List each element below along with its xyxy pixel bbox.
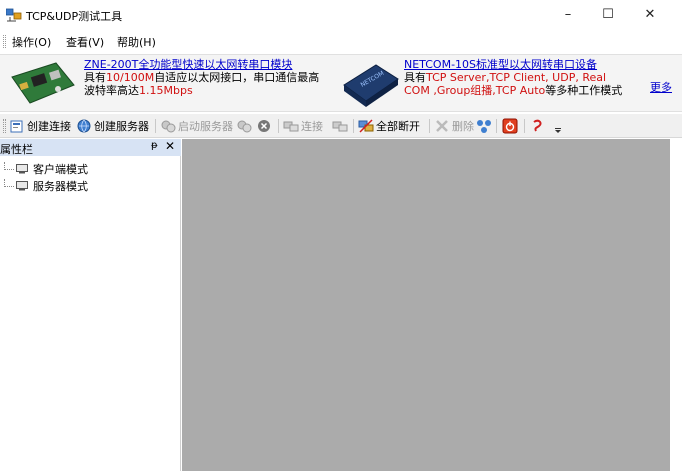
- window-title: TCP&UDP测试工具: [26, 10, 123, 23]
- ad2-line2: 具有TCP Server,TCP Client, UDP, Real: [404, 71, 606, 84]
- pane-title: 属性栏: [0, 143, 33, 156]
- pane-close-icon[interactable]: ✕: [165, 139, 175, 153]
- stop-server-icon[interactable]: [236, 117, 252, 135]
- connect-label: 连接: [301, 120, 323, 133]
- menu-help[interactable]: 帮助(H): [117, 34, 156, 50]
- tree-item-label: 客户端模式: [33, 163, 88, 176]
- toolbar-separator: [429, 119, 430, 133]
- delete-label: 删除: [452, 120, 474, 133]
- disconnect-icon[interactable]: [332, 117, 348, 135]
- create-connection-button[interactable]: 创建连接: [9, 117, 71, 135]
- toolbar: 创建连接 创建服务器 启动服务器 连接 全部断开 删除: [0, 114, 682, 138]
- disconnect-all-label: 全部断开: [376, 120, 420, 133]
- ad2-line3: COM ,Group组播,TCP Auto等多种工作模式: [404, 84, 622, 97]
- server-mode-icon: [16, 181, 28, 191]
- tree-item-label: 服务器模式: [33, 180, 88, 193]
- disconnect-all-button[interactable]: 全部断开: [358, 117, 420, 135]
- toolbar-overflow-icon[interactable]: [554, 120, 562, 134]
- start-server-icon: [161, 120, 176, 133]
- tree-connector: [4, 162, 14, 170]
- menu-bar: 操作(O) 查看(V) 帮助(H): [0, 31, 682, 51]
- ad1-line2-prefix: 具有: [84, 71, 106, 84]
- ad1-line3-prefix: 波特率高达: [84, 84, 139, 97]
- title-bar: TCP&UDP测试工具 – ☐ ✕: [0, 0, 682, 30]
- ad1-line2-red: 10/100M: [106, 71, 155, 84]
- pane-header: 属性栏 ᵽ ✕: [0, 139, 181, 156]
- tree-item-server-mode[interactable]: 服务器模式: [4, 178, 88, 194]
- ad1-line2-suffix: 自适应以太网接口，串口通信最高: [154, 71, 320, 84]
- toolbar-separator: [496, 119, 497, 133]
- new-connection-icon: [10, 120, 23, 133]
- ad2-title-link[interactable]: NETCOM-10S标准型以太网转串口设备: [404, 58, 597, 71]
- start-server-button[interactable]: 启动服务器: [160, 117, 233, 135]
- ad2-line3-suffix: 等多种工作模式: [545, 84, 623, 97]
- network-settings-icon[interactable]: [476, 117, 492, 135]
- ad-banner: ZNE-200T全功能型快速以太网转串口模块 具有10/100M自适应以太网接口…: [0, 54, 682, 112]
- power-icon[interactable]: [502, 117, 518, 135]
- right-edge-strip: [670, 139, 682, 471]
- tree-connector: [4, 179, 14, 187]
- server-globe-icon: [77, 119, 91, 133]
- ad1-title-link[interactable]: ZNE-200T全功能型快速以太网转串口模块: [84, 58, 292, 71]
- delete-icon: [436, 120, 448, 132]
- toolbar-grip[interactable]: [3, 119, 6, 133]
- toolbar-separator: [524, 119, 525, 133]
- ad1-line3: 波特率高达1.15Mbps: [84, 84, 193, 97]
- create-server-button[interactable]: 创建服务器: [76, 117, 149, 135]
- minimize-button[interactable]: –: [548, 0, 588, 30]
- tool-red-icon[interactable]: [530, 117, 546, 135]
- connect-icon: [283, 121, 299, 132]
- toolbar-separator: [278, 119, 279, 133]
- menubar-grip[interactable]: [3, 35, 6, 48]
- connect-button[interactable]: 连接: [283, 117, 323, 135]
- disconnect-all-icon: [358, 119, 374, 133]
- toolbar-separator: [155, 119, 156, 133]
- ad2-line2-prefix: 具有: [404, 71, 426, 84]
- properties-pane: 属性栏 ᵽ ✕ 客户端模式 服务器模式: [0, 139, 181, 471]
- app-network-icon: [6, 8, 22, 22]
- menu-view[interactable]: 查看(V): [66, 34, 104, 50]
- ad-serial-device-image[interactable]: NETCOM: [340, 59, 402, 109]
- more-link[interactable]: 更多: [650, 79, 672, 95]
- ad2-line2-red: TCP Server,TCP Client, UDP, Real: [426, 71, 607, 84]
- ad-circuit-board-image[interactable]: [8, 59, 78, 109]
- workspace-area: [182, 139, 670, 471]
- client-mode-icon: [16, 164, 28, 174]
- tree-item-client-mode[interactable]: 客户端模式: [4, 161, 88, 177]
- start-server-label: 启动服务器: [178, 120, 233, 133]
- maximize-button[interactable]: ☐: [588, 0, 628, 30]
- menu-operate[interactable]: 操作(O): [12, 34, 51, 50]
- ad1-line2: 具有10/100M自适应以太网接口，串口通信最高: [84, 71, 319, 84]
- pin-icon[interactable]: ᵽ: [151, 140, 158, 151]
- toolbar-separator: [353, 119, 354, 133]
- delete-button[interactable]: 删除: [434, 117, 474, 135]
- create-connection-label: 创建连接: [27, 120, 71, 133]
- close-circle-icon[interactable]: [256, 117, 272, 135]
- close-button[interactable]: ✕: [630, 0, 670, 30]
- ad1-line3-red: 1.15Mbps: [139, 84, 193, 97]
- create-server-label: 创建服务器: [94, 120, 149, 133]
- ad2-line3-red: COM ,Group组播,TCP Auto: [404, 84, 546, 97]
